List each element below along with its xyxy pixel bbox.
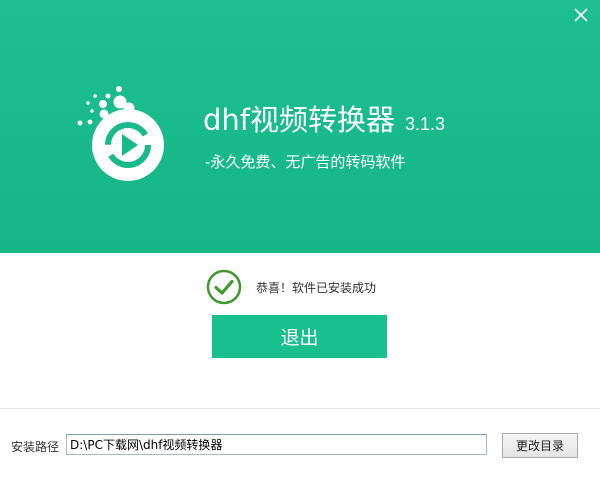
app-version: 3.1.3	[405, 114, 446, 134]
install-status: 恭喜！软件已安装成功	[206, 269, 376, 305]
install-path-label: 安装路径	[11, 440, 60, 454]
divider	[0, 408, 600, 409]
title-row: dhf视频转换器 3.1.3	[203, 97, 445, 139]
close-icon[interactable]	[574, 8, 588, 22]
app-logo-icon	[77, 86, 164, 181]
app-title: dhf视频转换器	[203, 103, 395, 137]
installer-window: dhf视频转换器 3.1.3 -永久免费、无广告的转码软件 恭喜！软件已安装成功…	[0, 0, 600, 500]
check-circle-icon	[206, 269, 242, 305]
change-directory-button[interactable]: 更改目录	[502, 433, 578, 458]
close-button[interactable]	[570, 4, 592, 26]
app-tagline: -永久免费、无广告的转码软件	[205, 153, 406, 171]
status-message: 恭喜！软件已安装成功	[256, 280, 377, 295]
exit-button[interactable]: 退出	[212, 315, 387, 358]
install-path-input[interactable]	[66, 434, 487, 455]
header-banner: dhf视频转换器 3.1.3 -永久免费、无广告的转码软件	[0, 0, 600, 253]
